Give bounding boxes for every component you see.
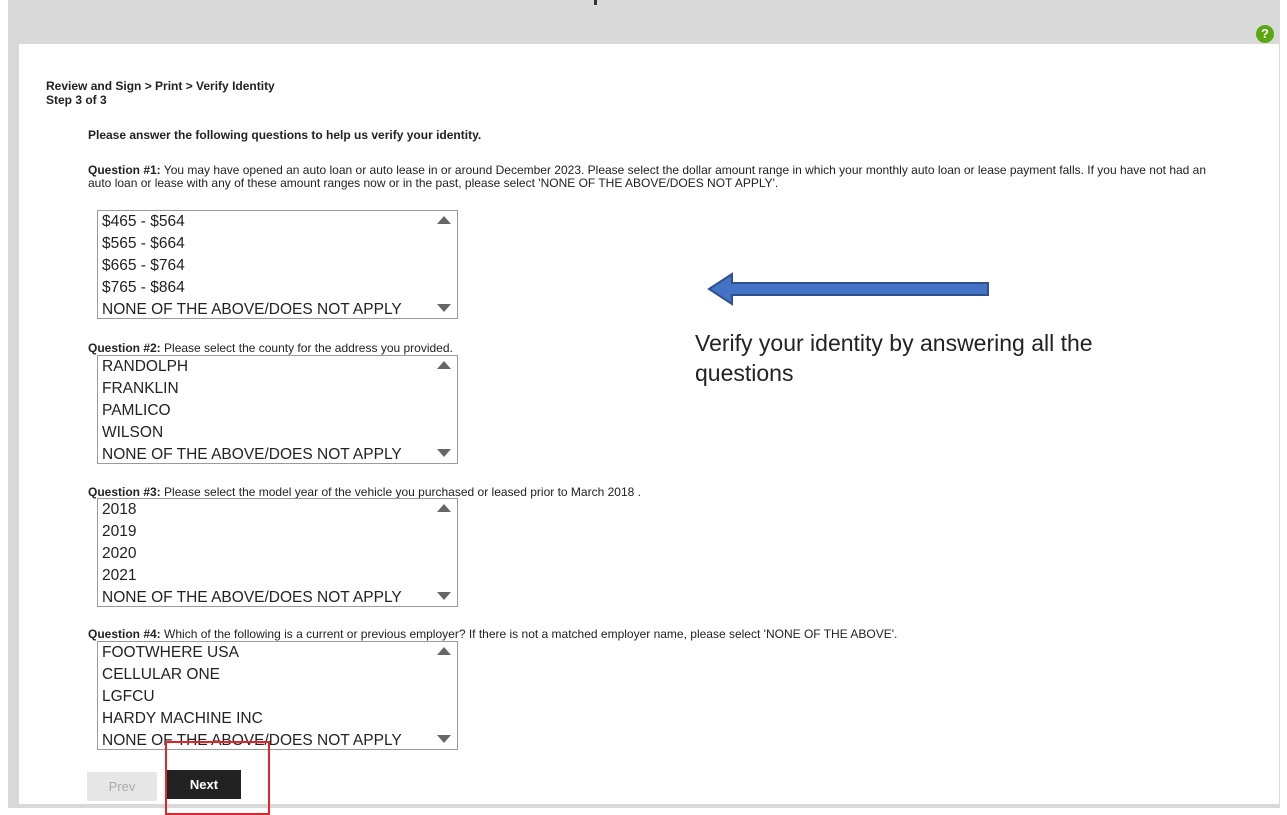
listbox-scrollbar[interactable] (431, 642, 457, 749)
question-3-label: Question #3: (88, 485, 161, 499)
list-option[interactable]: NONE OF THE ABOVE/DOES NOT APPLY (98, 299, 457, 318)
question-4-listbox[interactable]: FOOTWHERE USA CELLULAR ONE LGFCU HARDY M… (97, 641, 458, 750)
list-option[interactable]: WILSON (98, 422, 457, 444)
scroll-down-icon[interactable] (437, 735, 451, 743)
list-option[interactable]: 2018 (98, 499, 457, 521)
list-option[interactable]: 2019 (98, 521, 457, 543)
scroll-up-icon[interactable] (437, 216, 451, 224)
scroll-down-icon[interactable] (437, 449, 451, 457)
list-option[interactable]: $465 - $564 (98, 211, 457, 233)
list-option[interactable]: 2021 (98, 565, 457, 587)
list-option[interactable]: CELLULAR ONE (98, 664, 457, 686)
question-3-listbox[interactable]: 2018 2019 2020 2021 NONE OF THE ABOVE/DO… (97, 498, 458, 607)
list-option[interactable]: 2020 (98, 543, 457, 565)
question-2-text: Please select the county for the address… (160, 341, 453, 355)
left-arrow-icon (707, 272, 989, 306)
list-option[interactable]: RANDOLPH (98, 356, 457, 378)
scroll-down-icon[interactable] (437, 304, 451, 312)
question-4: Question #4: Which of the following is a… (88, 628, 897, 641)
help-icon[interactable]: ? (1256, 25, 1274, 43)
list-option[interactable]: FOOTWHERE USA (98, 642, 457, 664)
step-indicator: Step 3 of 3 (46, 93, 107, 107)
scroll-down-icon[interactable] (437, 592, 451, 600)
breadcrumb: Review and Sign > Print > Verify Identit… (46, 79, 275, 93)
question-2-label: Question #2: (88, 341, 161, 355)
list-option[interactable]: LGFCU (98, 686, 457, 708)
scroll-up-icon[interactable] (437, 647, 451, 655)
list-option[interactable]: NONE OF THE ABOVE/DOES NOT APPLY (98, 730, 457, 749)
scroll-up-icon[interactable] (437, 504, 451, 512)
list-option[interactable]: NONE OF THE ABOVE/DOES NOT APPLY (98, 587, 457, 606)
listbox-scrollbar[interactable] (431, 499, 457, 606)
question-1-label: Question #1: (88, 163, 161, 177)
list-option[interactable]: $665 - $764 (98, 255, 457, 277)
annotation-text: Verify your identity by answering all th… (695, 330, 1093, 386)
list-option[interactable]: NONE OF THE ABOVE/DOES NOT APPLY (98, 444, 457, 463)
question-4-text: Which of the following is a current or p… (160, 627, 898, 641)
next-button-highlight (165, 741, 270, 815)
listbox-scrollbar[interactable] (431, 356, 457, 463)
list-option[interactable]: HARDY MACHINE INC (98, 708, 457, 730)
question-1: Question #1: You may have opened an auto… (88, 164, 1228, 190)
list-option[interactable]: $565 - $664 (98, 233, 457, 255)
list-option[interactable]: $765 - $864 (98, 277, 457, 299)
question-2: Question #2: Please select the county fo… (88, 342, 453, 355)
list-option[interactable]: FRANKLIN (98, 378, 457, 400)
question-4-label: Question #4: (88, 627, 161, 641)
question-1-listbox[interactable]: $465 - $564 $565 - $664 $665 - $764 $765… (97, 210, 458, 319)
scroll-up-icon[interactable] (437, 361, 451, 369)
question-1-text: You may have opened an auto loan or auto… (88, 163, 1207, 190)
intro-text: Please answer the following questions to… (88, 128, 482, 142)
question-3-text: Please select the model year of the vehi… (160, 485, 641, 499)
prev-button[interactable]: Prev (87, 772, 157, 801)
question-2-listbox[interactable]: RANDOLPH FRANKLIN PAMLICO WILSON NONE OF… (97, 355, 458, 464)
top-divider (594, 0, 597, 5)
list-option[interactable]: PAMLICO (98, 400, 457, 422)
listbox-scrollbar[interactable] (431, 211, 457, 318)
